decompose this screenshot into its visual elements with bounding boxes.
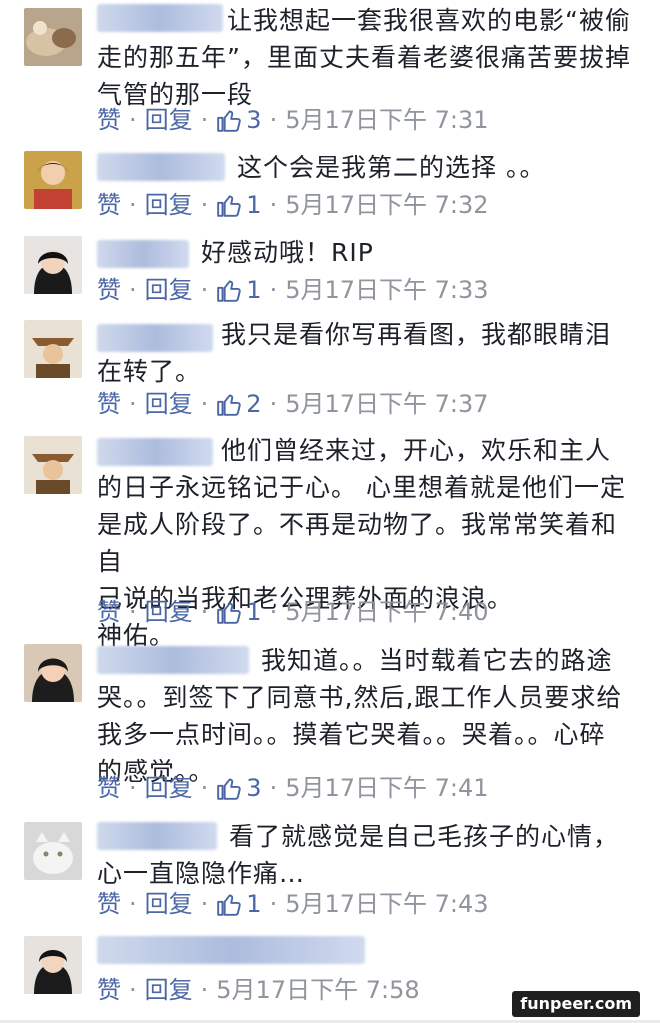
like-count-number: 2 bbox=[246, 390, 262, 418]
like-count-number: 1 bbox=[246, 276, 262, 304]
comment-actions: 赞 · 回复 · 5月17日下午 7:58 bbox=[97, 972, 420, 1008]
separator-dot: · bbox=[200, 774, 209, 802]
reply-link[interactable]: 回复 bbox=[145, 770, 193, 806]
timestamp[interactable]: 5月17日下午 7:43 bbox=[285, 886, 488, 922]
separator-dot: · bbox=[200, 890, 209, 918]
avatar[interactable] bbox=[24, 236, 82, 294]
like-count-number: 3 bbox=[246, 774, 262, 802]
reply-link[interactable]: 回复 bbox=[145, 272, 193, 308]
avatar[interactable] bbox=[24, 151, 82, 209]
timestamp[interactable]: 5月17日下午 7:40 bbox=[285, 594, 488, 630]
separator-dot: · bbox=[200, 106, 209, 134]
comment-actions: 赞 · 回复 · 1 · 5月17日下午 7:33 bbox=[97, 272, 489, 308]
timestamp[interactable]: 5月17日下午 7:32 bbox=[285, 187, 488, 223]
thumbs-up-icon bbox=[217, 602, 242, 624]
avatar[interactable] bbox=[24, 436, 82, 494]
comment-text: 好感动哦！RIP bbox=[201, 238, 374, 267]
thumbs-up-icon bbox=[217, 894, 242, 916]
like-count[interactable]: 1 bbox=[216, 886, 262, 922]
timestamp[interactable]: 5月17日下午 7:37 bbox=[285, 386, 488, 422]
separator-dot: · bbox=[129, 774, 137, 802]
comment-text: 我只是看你写再看图，我都眼睛泪 在转了。 bbox=[97, 320, 612, 386]
thumbs-up-icon bbox=[217, 110, 242, 132]
avatar[interactable] bbox=[24, 644, 82, 702]
separator-dot: · bbox=[129, 598, 137, 626]
like-count[interactable]: 3 bbox=[216, 770, 262, 806]
separator-dot: · bbox=[129, 890, 137, 918]
separator-dot: · bbox=[200, 976, 209, 1004]
like-link[interactable]: 赞 bbox=[97, 886, 121, 922]
comment-actions: 赞 · 回复 · 1 · 5月17日下午 7:32 bbox=[97, 187, 489, 223]
reply-link[interactable]: 回复 bbox=[145, 886, 193, 922]
timestamp[interactable]: 5月17日下午 7:33 bbox=[285, 272, 488, 308]
separator-dot: · bbox=[269, 276, 278, 304]
reply-link[interactable]: 回复 bbox=[145, 594, 193, 630]
separator-dot: · bbox=[269, 890, 278, 918]
thumbs-up-icon bbox=[217, 394, 242, 416]
separator-dot: · bbox=[269, 191, 278, 219]
separator-dot: · bbox=[269, 390, 278, 418]
separator-dot: · bbox=[129, 390, 137, 418]
reply-link[interactable]: 回复 bbox=[145, 187, 193, 223]
thumbs-up-icon bbox=[217, 280, 242, 302]
comment-text: 我知道。。当时载着它去的路途 哭。。到签下了同意书,然后,跟工作人员要求给 我多… bbox=[97, 646, 623, 786]
timestamp[interactable]: 5月17日下午 7:41 bbox=[285, 770, 488, 806]
like-count[interactable]: 1 bbox=[216, 187, 262, 223]
like-link[interactable]: 赞 bbox=[97, 386, 121, 422]
like-count-number: 1 bbox=[246, 890, 262, 918]
site-watermark: funpeer.com bbox=[512, 991, 640, 1017]
separator-dot: · bbox=[129, 976, 137, 1004]
reply-link[interactable]: 回复 bbox=[145, 102, 193, 138]
like-link[interactable]: 赞 bbox=[97, 102, 121, 138]
like-count-number: 3 bbox=[246, 106, 262, 134]
like-count[interactable]: 2 bbox=[216, 386, 262, 422]
avatar[interactable] bbox=[24, 8, 82, 66]
separator-dot: · bbox=[200, 191, 209, 219]
reply-link[interactable]: 回复 bbox=[145, 386, 193, 422]
avatar[interactable] bbox=[24, 320, 82, 378]
avatar[interactable] bbox=[24, 822, 82, 880]
comment-actions: 赞 · 回复 · 1 · 5月17日下午 7:43 bbox=[97, 886, 489, 922]
comment-text: 让我想起一套我很喜欢的电影“被偷 走的那五年”，里面丈夫看着老婆很痛苦要拔掉 气… bbox=[97, 6, 631, 109]
separator-dot: · bbox=[269, 598, 278, 626]
separator-dot: · bbox=[200, 598, 209, 626]
comment-text: 这个会是我第二的选择 。。 bbox=[237, 153, 546, 182]
like-count-number: 1 bbox=[246, 191, 262, 219]
like-count[interactable]: 1 bbox=[216, 594, 262, 630]
thumbs-up-icon bbox=[217, 195, 242, 217]
timestamp[interactable]: 5月17日下午 7:58 bbox=[216, 972, 419, 1008]
comment-actions: 赞 · 回复 · 1 · 5月17日下午 7:40 bbox=[97, 594, 489, 630]
separator-dot: · bbox=[269, 774, 278, 802]
like-link[interactable]: 赞 bbox=[97, 187, 121, 223]
separator-dot: · bbox=[200, 276, 209, 304]
separator-dot: · bbox=[200, 390, 209, 418]
separator-dot: · bbox=[129, 191, 137, 219]
like-link[interactable]: 赞 bbox=[97, 770, 121, 806]
comment-actions: 赞 · 回复 · 2 · 5月17日下午 7:37 bbox=[97, 386, 489, 422]
like-count[interactable]: 1 bbox=[216, 272, 262, 308]
commenter-name[interactable] bbox=[97, 936, 365, 964]
avatar[interactable] bbox=[24, 936, 82, 994]
separator-dot: · bbox=[269, 106, 278, 134]
like-link[interactable]: 赞 bbox=[97, 272, 121, 308]
separator-dot: · bbox=[129, 106, 137, 134]
like-link[interactable]: 赞 bbox=[97, 972, 121, 1008]
like-count[interactable]: 3 bbox=[216, 102, 262, 138]
like-count-number: 1 bbox=[246, 598, 262, 626]
separator-dot: · bbox=[129, 276, 137, 304]
timestamp[interactable]: 5月17日下午 7:31 bbox=[285, 102, 488, 138]
thumbs-up-icon bbox=[217, 778, 242, 800]
comment-actions: 赞 · 回复 · 3 · 5月17日下午 7:31 bbox=[97, 102, 489, 138]
reply-link[interactable]: 回复 bbox=[145, 972, 193, 1008]
like-link[interactable]: 赞 bbox=[97, 594, 121, 630]
comment-text: 看了就感觉是自己毛孩子的心情， 心一直隐隐作痛… bbox=[97, 822, 620, 888]
comment-actions: 赞 · 回复 · 3 · 5月17日下午 7:41 bbox=[97, 770, 489, 806]
